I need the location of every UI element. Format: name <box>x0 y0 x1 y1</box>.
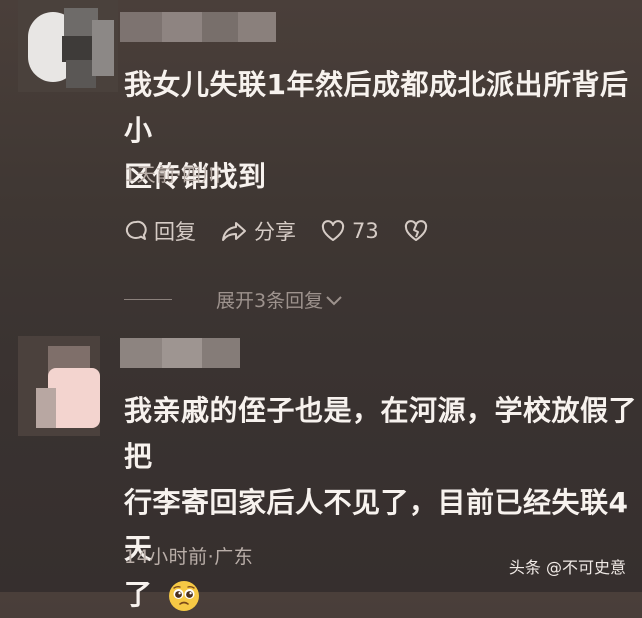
divider <box>124 299 172 300</box>
dislike-button[interactable] <box>403 219 435 243</box>
comment-bubble-icon <box>125 220 147 240</box>
expand-replies-button[interactable]: 展开3条回复 <box>124 286 343 313</box>
comment-meta: 1天前·四川 <box>124 164 222 186</box>
username-blurred[interactable] <box>120 12 276 42</box>
comment-item-2: 我亲戚的侄子也是，在河源，学校放假了把 行李寄回家后人不见了，目前已经失联4天 … <box>0 330 642 611</box>
share-label: 分享 <box>254 220 296 244</box>
avatar[interactable] <box>18 336 100 436</box>
share-arrow-icon <box>222 222 246 241</box>
username-blurred[interactable] <box>120 338 240 368</box>
heart-icon <box>321 220 345 241</box>
comment-meta: 14小时前·广东 <box>124 546 254 568</box>
avatar[interactable] <box>18 0 118 92</box>
share-button[interactable]: 分享 <box>220 216 296 246</box>
reply-button[interactable]: 回复 <box>124 216 196 246</box>
comment-item-1: 我女儿失联1年然后成都成北派出所背后小 区传销找到 1天前·四川 回复 分享 7… <box>0 0 642 320</box>
expand-label: 展开3条回复 <box>216 290 324 312</box>
like-button[interactable]: 73 <box>320 219 379 243</box>
pleading-face-emoji-icon <box>168 581 199 611</box>
comment-actions: 回复 分享 73 <box>124 216 459 246</box>
like-count: 73 <box>352 219 379 243</box>
watermark: 头条 @不可史意 <box>508 558 626 577</box>
chevron-down-icon <box>326 295 342 305</box>
comment-text: 我亲戚的侄子也是，在河源，学校放假了把 行李寄回家后人不见了，目前已经失联4天 … <box>124 394 638 611</box>
broken-heart-icon <box>404 220 427 241</box>
reply-label: 回复 <box>154 220 196 244</box>
